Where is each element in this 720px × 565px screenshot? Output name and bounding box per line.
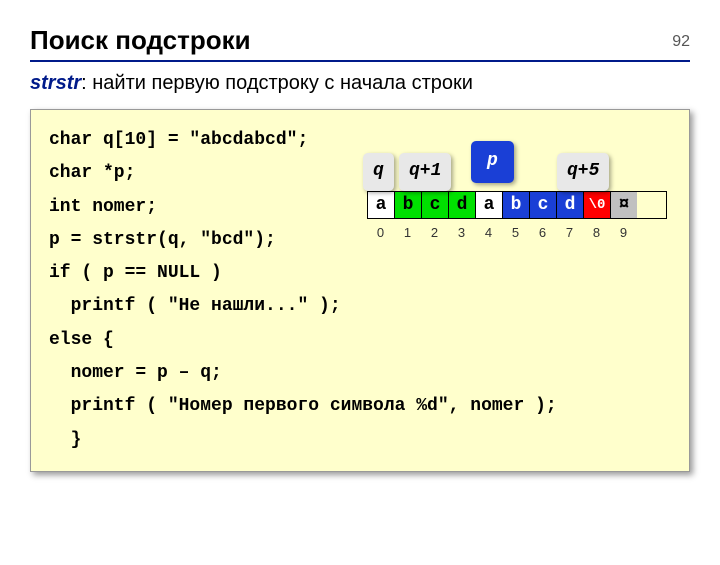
index: 8 — [583, 221, 610, 245]
memory-diagram: q q+1 p q+5 a b c d a b c d \0 ¤ 0 1 2 3… — [367, 145, 667, 245]
cell: c — [530, 192, 557, 218]
subtitle: strstr: найти первую подстроку с начала … — [30, 72, 690, 95]
code-line: printf ( "Номер первого символа %d", nom… — [49, 390, 671, 423]
code-block: char q[10] = "abcdabcd"; char *p; int no… — [30, 109, 690, 472]
cell: a — [476, 192, 503, 218]
function-name: strstr — [30, 72, 81, 94]
index: 2 — [421, 221, 448, 245]
pointer-q: q — [363, 153, 394, 191]
cell: d — [557, 192, 584, 218]
slide-title: Поиск подстроки — [30, 25, 720, 56]
index: 6 — [529, 221, 556, 245]
code-line: else { — [49, 324, 671, 357]
code-line: } — [49, 424, 671, 457]
pointer-labels: q q+1 p q+5 — [367, 145, 667, 191]
cell-terminator: \0 — [584, 192, 611, 218]
pointer-q1: q+1 — [399, 153, 451, 191]
code-line: printf ( "Не нашли..." ); — [49, 290, 671, 323]
code-line: nomer = p – q; — [49, 357, 671, 390]
cell: d — [449, 192, 476, 218]
cell: b — [395, 192, 422, 218]
pointer-q5: q+5 — [557, 153, 609, 191]
memory-cells: a b c d a b c d \0 ¤ — [367, 191, 667, 219]
index: 1 — [394, 221, 421, 245]
index: 0 — [367, 221, 394, 245]
index: 3 — [448, 221, 475, 245]
subtitle-text: : найти первую подстроку с начала строки — [81, 72, 473, 94]
page-number: 92 — [672, 33, 690, 51]
index: 7 — [556, 221, 583, 245]
cell: c — [422, 192, 449, 218]
cell-junk: ¤ — [611, 192, 637, 218]
index: 9 — [610, 221, 637, 245]
index-row: 0 1 2 3 4 5 6 7 8 9 — [367, 221, 667, 245]
cell: a — [368, 192, 395, 218]
cell: b — [503, 192, 530, 218]
index: 4 — [475, 221, 502, 245]
title-divider — [30, 60, 690, 62]
pointer-p: p — [471, 141, 514, 183]
index: 5 — [502, 221, 529, 245]
code-line: if ( p == NULL ) — [49, 257, 671, 290]
